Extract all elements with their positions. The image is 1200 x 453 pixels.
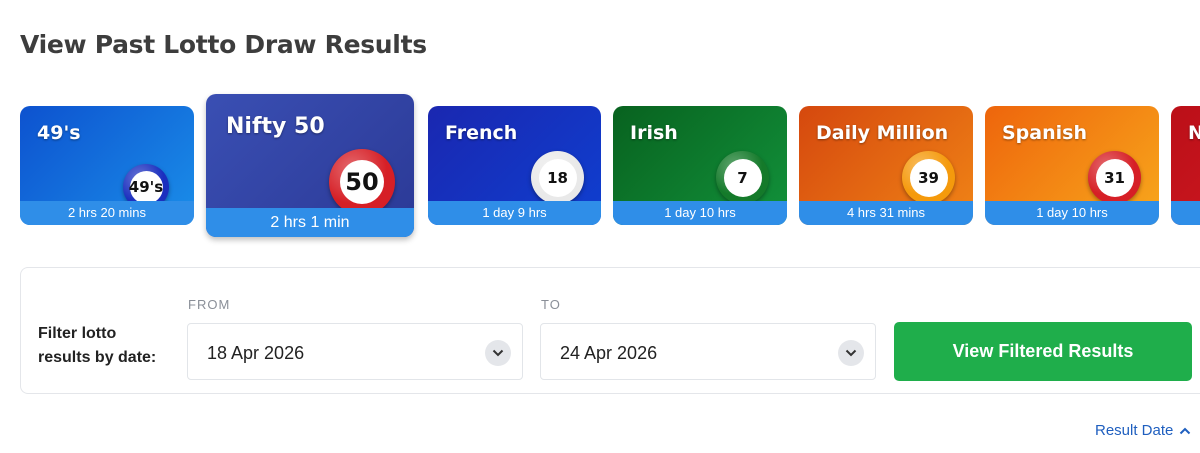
countdown: 2 hrs 20 mins xyxy=(20,201,194,225)
from-date-select[interactable]: 18 Apr 2026 xyxy=(187,323,523,380)
countdown: 1 day 9 hrs xyxy=(428,201,601,225)
game-card-irish[interactable]: Irish 7 1 day 10 hrs xyxy=(613,106,787,225)
from-caption: FROM xyxy=(188,297,231,312)
ball-number: 7 xyxy=(723,158,762,197)
view-filtered-results-button[interactable]: View Filtered Results xyxy=(894,322,1192,381)
game-name: French xyxy=(445,122,518,144)
ball-number: 50 xyxy=(340,160,384,204)
sort-result-date-link[interactable]: Result Date xyxy=(1095,422,1191,439)
game-card-french[interactable]: French 18 1 day 9 hrs xyxy=(428,106,601,225)
ball-number: 39 xyxy=(909,158,948,197)
game-name: 49's xyxy=(37,122,81,144)
game-card-nifty-50[interactable]: Nifty 50 50 2 hrs 1 min xyxy=(206,94,414,237)
countdown: 4 hrs 31 mins xyxy=(799,201,973,225)
lotto-ball-icon: 7 xyxy=(716,151,769,204)
ball-number: 18 xyxy=(538,158,577,197)
lotto-ball-icon: 39 xyxy=(902,151,955,204)
countdown: 2 hrs 1 min xyxy=(206,208,414,237)
game-name: Nifty 50 xyxy=(226,114,325,139)
to-date-select[interactable]: 24 Apr 2026 xyxy=(540,323,876,380)
ball-number: 31 xyxy=(1095,158,1134,197)
from-date-value: 18 Apr 2026 xyxy=(207,343,305,363)
game-card-daily-million[interactable]: Daily Million 39 4 hrs 31 mins xyxy=(799,106,973,225)
sort-label: Result Date xyxy=(1095,422,1174,439)
chevron-down-icon xyxy=(838,340,864,366)
ball-number: 49's xyxy=(129,170,163,204)
countdown xyxy=(1171,201,1200,225)
chevron-down-icon xyxy=(485,340,511,366)
game-carousel: 49's 49's 2 hrs 20 mins Nifty 50 50 2 hrs … xyxy=(0,0,1200,250)
to-date-value: 24 Apr 2026 xyxy=(560,343,658,363)
countdown: 1 day 10 hrs xyxy=(613,201,787,225)
lotto-ball-icon: 18 xyxy=(531,151,584,204)
game-name: N xyxy=(1188,122,1200,144)
game-name: Spanish xyxy=(1002,122,1087,144)
countdown: 1 day 10 hrs xyxy=(985,201,1159,225)
lotto-ball-icon: 50 xyxy=(329,149,395,215)
lotto-ball-icon: 31 xyxy=(1088,151,1141,204)
game-name: Irish xyxy=(630,122,678,144)
game-card-49s[interactable]: 49's 49's 2 hrs 20 mins xyxy=(20,106,194,225)
chevron-up-icon xyxy=(1180,427,1191,434)
filter-label: Filter lotto results by date: xyxy=(38,325,157,366)
to-caption: TO xyxy=(541,297,561,312)
game-name: Daily Million xyxy=(816,122,949,144)
game-card-spanish[interactable]: Spanish 31 1 day 10 hrs xyxy=(985,106,1159,225)
game-card-partial[interactable]: N xyxy=(1171,106,1200,225)
